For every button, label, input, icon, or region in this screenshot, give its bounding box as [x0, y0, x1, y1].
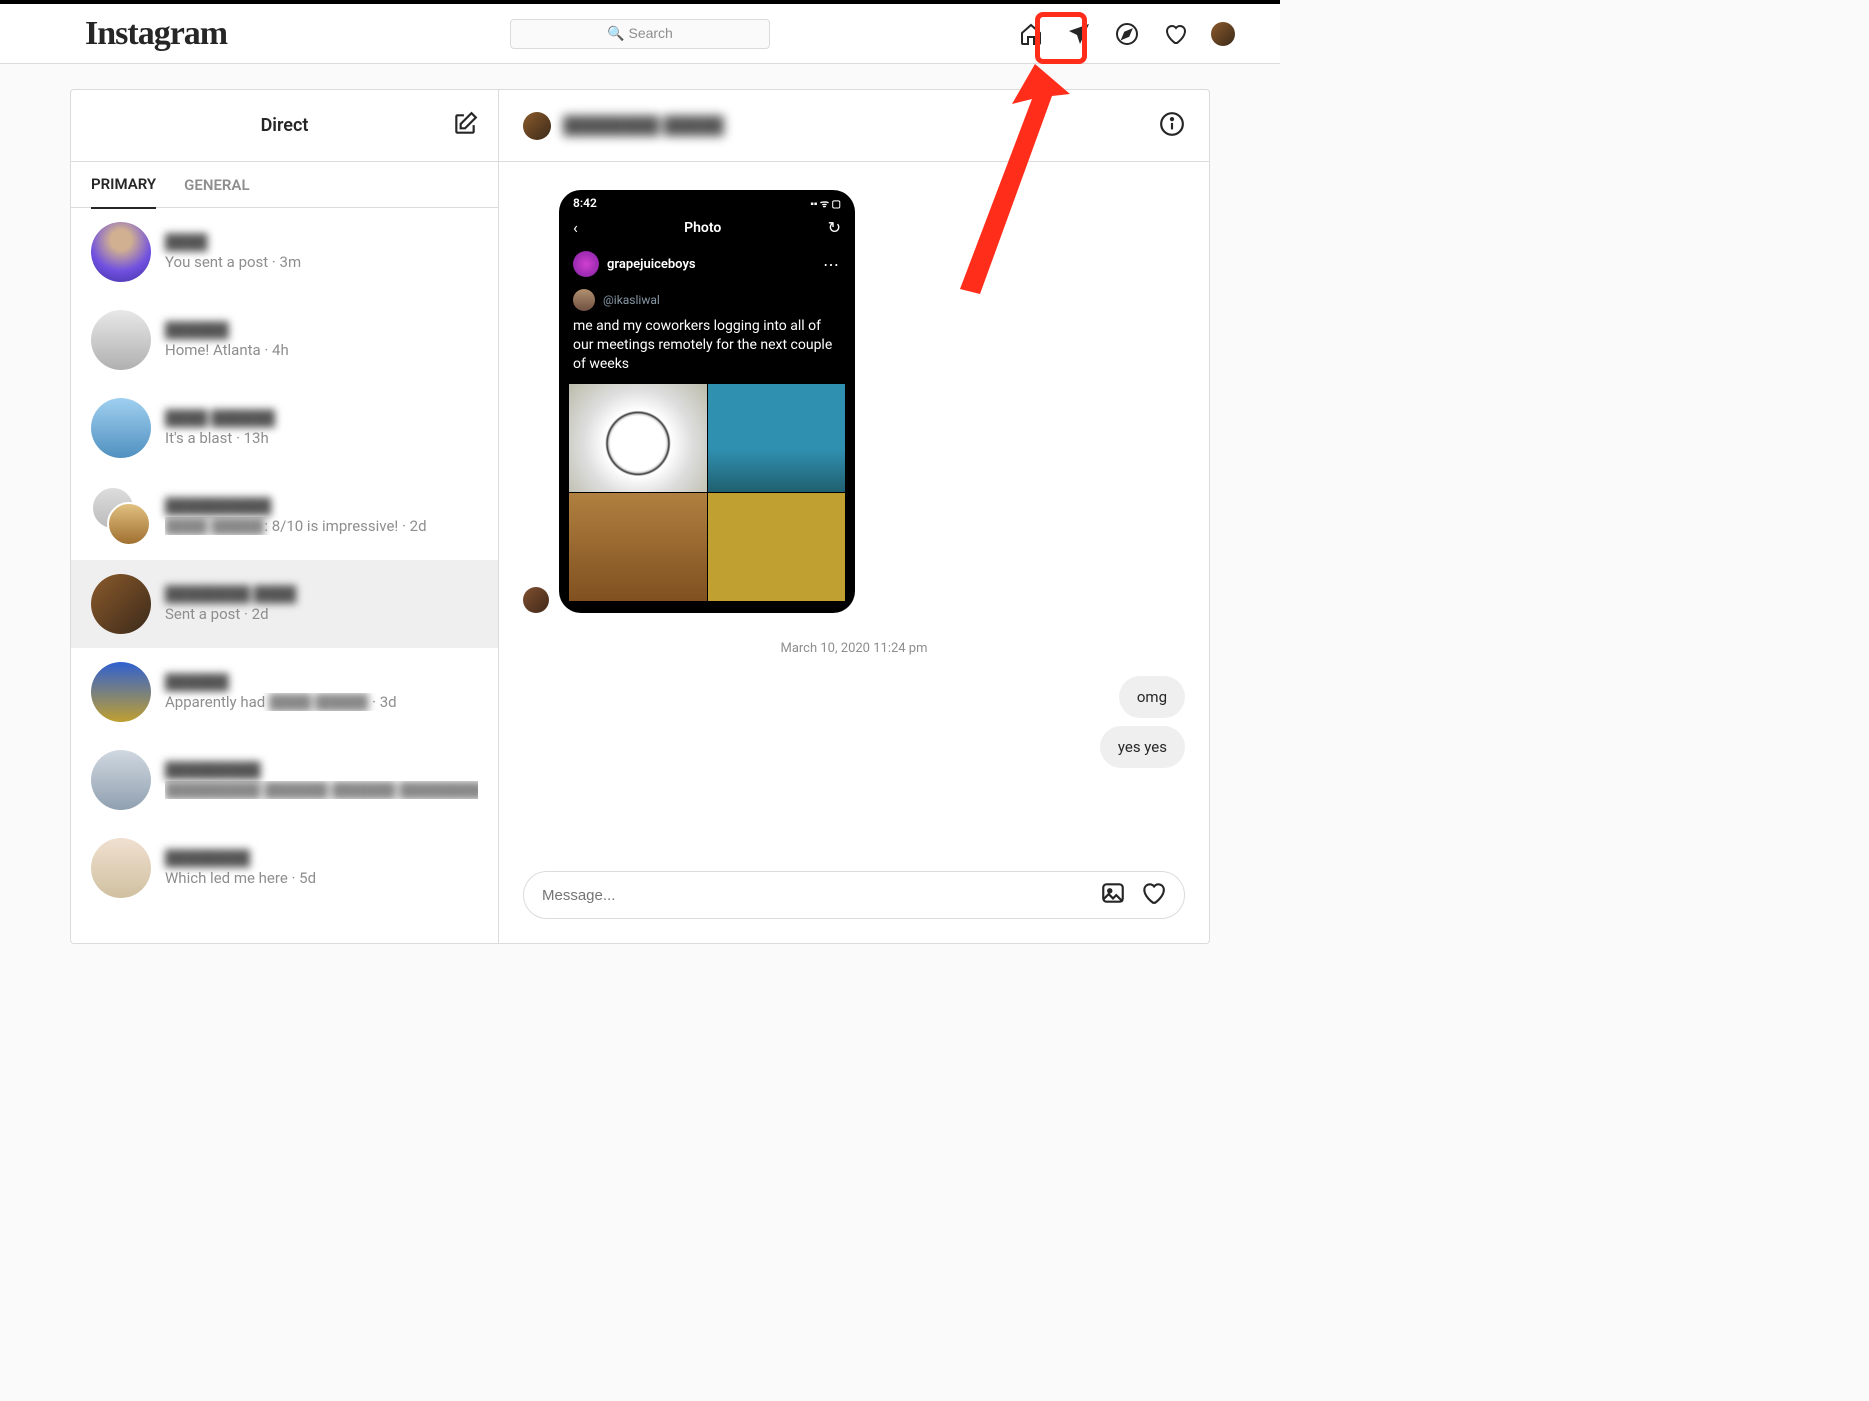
- back-icon: ‹: [573, 218, 578, 237]
- tabs: PRIMARY GENERAL: [71, 162, 498, 208]
- home-icon[interactable]: [1019, 22, 1043, 46]
- conversation-item[interactable]: ████████ ████ Sent a post · 2d: [71, 560, 498, 648]
- sidebar-header: Direct: [71, 90, 498, 162]
- search-wrap: [510, 19, 770, 49]
- conversation-item[interactable]: █████████ █████████ ██████ ██████ ██████…: [71, 736, 498, 824]
- sender-avatar[interactable]: [523, 587, 549, 613]
- composer: [499, 852, 1209, 943]
- meme-image: [708, 384, 846, 492]
- tweet-avatar: [573, 289, 595, 311]
- meme-image: [569, 384, 707, 492]
- sidebar: Direct PRIMARY GENERAL ████ You sent a p…: [71, 90, 499, 943]
- conversation-name: ████████: [165, 849, 478, 867]
- conversation-item[interactable]: ████ ██████ It's a blast · 13h: [71, 384, 498, 472]
- conversation-preview: █████████ ██████ ██████ ████████... · 5d: [165, 781, 478, 799]
- chat-header-avatar[interactable]: [523, 112, 551, 140]
- conversation-name: ████: [165, 233, 478, 251]
- sidebar-title: Direct: [261, 115, 309, 136]
- info-icon[interactable]: [1159, 111, 1185, 141]
- phone-time: 8:42: [573, 196, 597, 210]
- direct-icon[interactable]: [1067, 22, 1091, 46]
- like-icon[interactable]: [1140, 880, 1166, 910]
- meme-image: [708, 493, 846, 601]
- conversation-preview: ████ █████: 8/10 is impressive! · 2d: [165, 517, 478, 535]
- avatar: [91, 662, 151, 722]
- post-author-row: grapejuiceboys ⋯: [559, 243, 855, 285]
- conversation-name: ████ ██████: [165, 409, 478, 427]
- phone-nav: ‹ Photo ↻: [559, 212, 855, 243]
- message-bubbles: omg yes yes: [523, 676, 1185, 768]
- tab-primary[interactable]: PRIMARY: [91, 161, 156, 209]
- conversation-preview: It's a blast · 13h: [165, 429, 478, 447]
- explore-icon[interactable]: [1115, 22, 1139, 46]
- nav-icons: [1019, 22, 1235, 46]
- shared-post[interactable]: 8:42 ▪▪ ᯤ ▢ ‹ Photo ↻ grapejuiceboys ⋯: [559, 190, 855, 613]
- conversation-name: ██████: [165, 673, 478, 691]
- conversation-preview: Which led me here · 5d: [165, 869, 478, 887]
- refresh-icon: ↻: [828, 218, 841, 237]
- meme-image: [569, 493, 707, 601]
- more-icon: ⋯: [823, 255, 841, 274]
- tweet-author-row: @ikasliwal: [559, 285, 855, 317]
- conversation-list: ████ You sent a post · 3m ██████ Home! A…: [71, 208, 498, 943]
- conversation-item[interactable]: ████████ Which led me here · 5d: [71, 824, 498, 912]
- activity-icon[interactable]: [1163, 22, 1187, 46]
- chat-header-name: ████████ █████: [563, 116, 724, 136]
- meme-image-grid: [569, 384, 845, 601]
- avatar: [91, 222, 151, 282]
- conversation-item[interactable]: ██████ Home! Atlanta · 4h: [71, 296, 498, 384]
- compose-box[interactable]: [523, 871, 1185, 919]
- avatar: [91, 838, 151, 898]
- avatar-stack: [91, 486, 151, 546]
- tweet-handle: @ikasliwal: [603, 293, 660, 307]
- avatar: [91, 750, 151, 810]
- conversation-name: ██████████: [165, 497, 478, 515]
- compose-icon[interactable]: [452, 111, 478, 141]
- topbar: Instagram: [0, 4, 1280, 64]
- chat-panel: ████████ █████ 8:42 ▪▪ ᯤ ▢ ‹ Photo ↻: [499, 90, 1209, 943]
- message-bubble: omg: [1119, 676, 1185, 718]
- tweet-text: me and my coworkers logging into all of …: [559, 317, 855, 384]
- instagram-logo[interactable]: Instagram: [85, 15, 227, 53]
- timestamp: March 10, 2020 11:24 pm: [523, 641, 1185, 656]
- conversation-item[interactable]: ████ You sent a post · 3m: [71, 208, 498, 296]
- profile-avatar[interactable]: [1211, 22, 1235, 46]
- chat-body: 8:42 ▪▪ ᯤ ▢ ‹ Photo ↻ grapejuiceboys ⋯: [499, 162, 1209, 852]
- message-input[interactable]: [542, 887, 1086, 904]
- conversation-preview: Apparently had ████ █████ · 3d: [165, 693, 478, 711]
- conversation-preview: Home! Atlanta · 4h: [165, 341, 478, 359]
- post-author-name: grapejuiceboys: [607, 257, 696, 272]
- message-bubble: yes yes: [1100, 726, 1185, 768]
- conversation-name: ████████ ████: [165, 585, 478, 603]
- conversation-item[interactable]: ██████████ ████ █████: 8/10 is impressiv…: [71, 472, 498, 560]
- phone-status-bar: 8:42 ▪▪ ᯤ ▢: [559, 190, 855, 212]
- avatar: [91, 398, 151, 458]
- phone-title: Photo: [684, 220, 721, 236]
- conversation-name: ██████: [165, 321, 478, 339]
- conversation-preview: Sent a post · 2d: [165, 605, 478, 623]
- avatar: [91, 310, 151, 370]
- search-input[interactable]: [510, 19, 770, 49]
- conversation-name: █████████: [165, 761, 478, 779]
- shared-post-row: 8:42 ▪▪ ᯤ ▢ ‹ Photo ↻ grapejuiceboys ⋯: [523, 190, 1185, 613]
- avatar: [91, 574, 151, 634]
- tab-general[interactable]: GENERAL: [184, 162, 249, 208]
- conversation-preview: You sent a post · 3m: [165, 253, 478, 271]
- post-author-avatar: [573, 251, 599, 277]
- phone-status-icons: ▪▪ ᯤ ▢: [810, 196, 841, 210]
- conversation-item[interactable]: ██████ Apparently had ████ █████ · 3d: [71, 648, 498, 736]
- chat-header: ████████ █████: [499, 90, 1209, 162]
- image-icon[interactable]: [1100, 880, 1126, 910]
- main-panel: Direct PRIMARY GENERAL ████ You sent a p…: [70, 89, 1210, 944]
